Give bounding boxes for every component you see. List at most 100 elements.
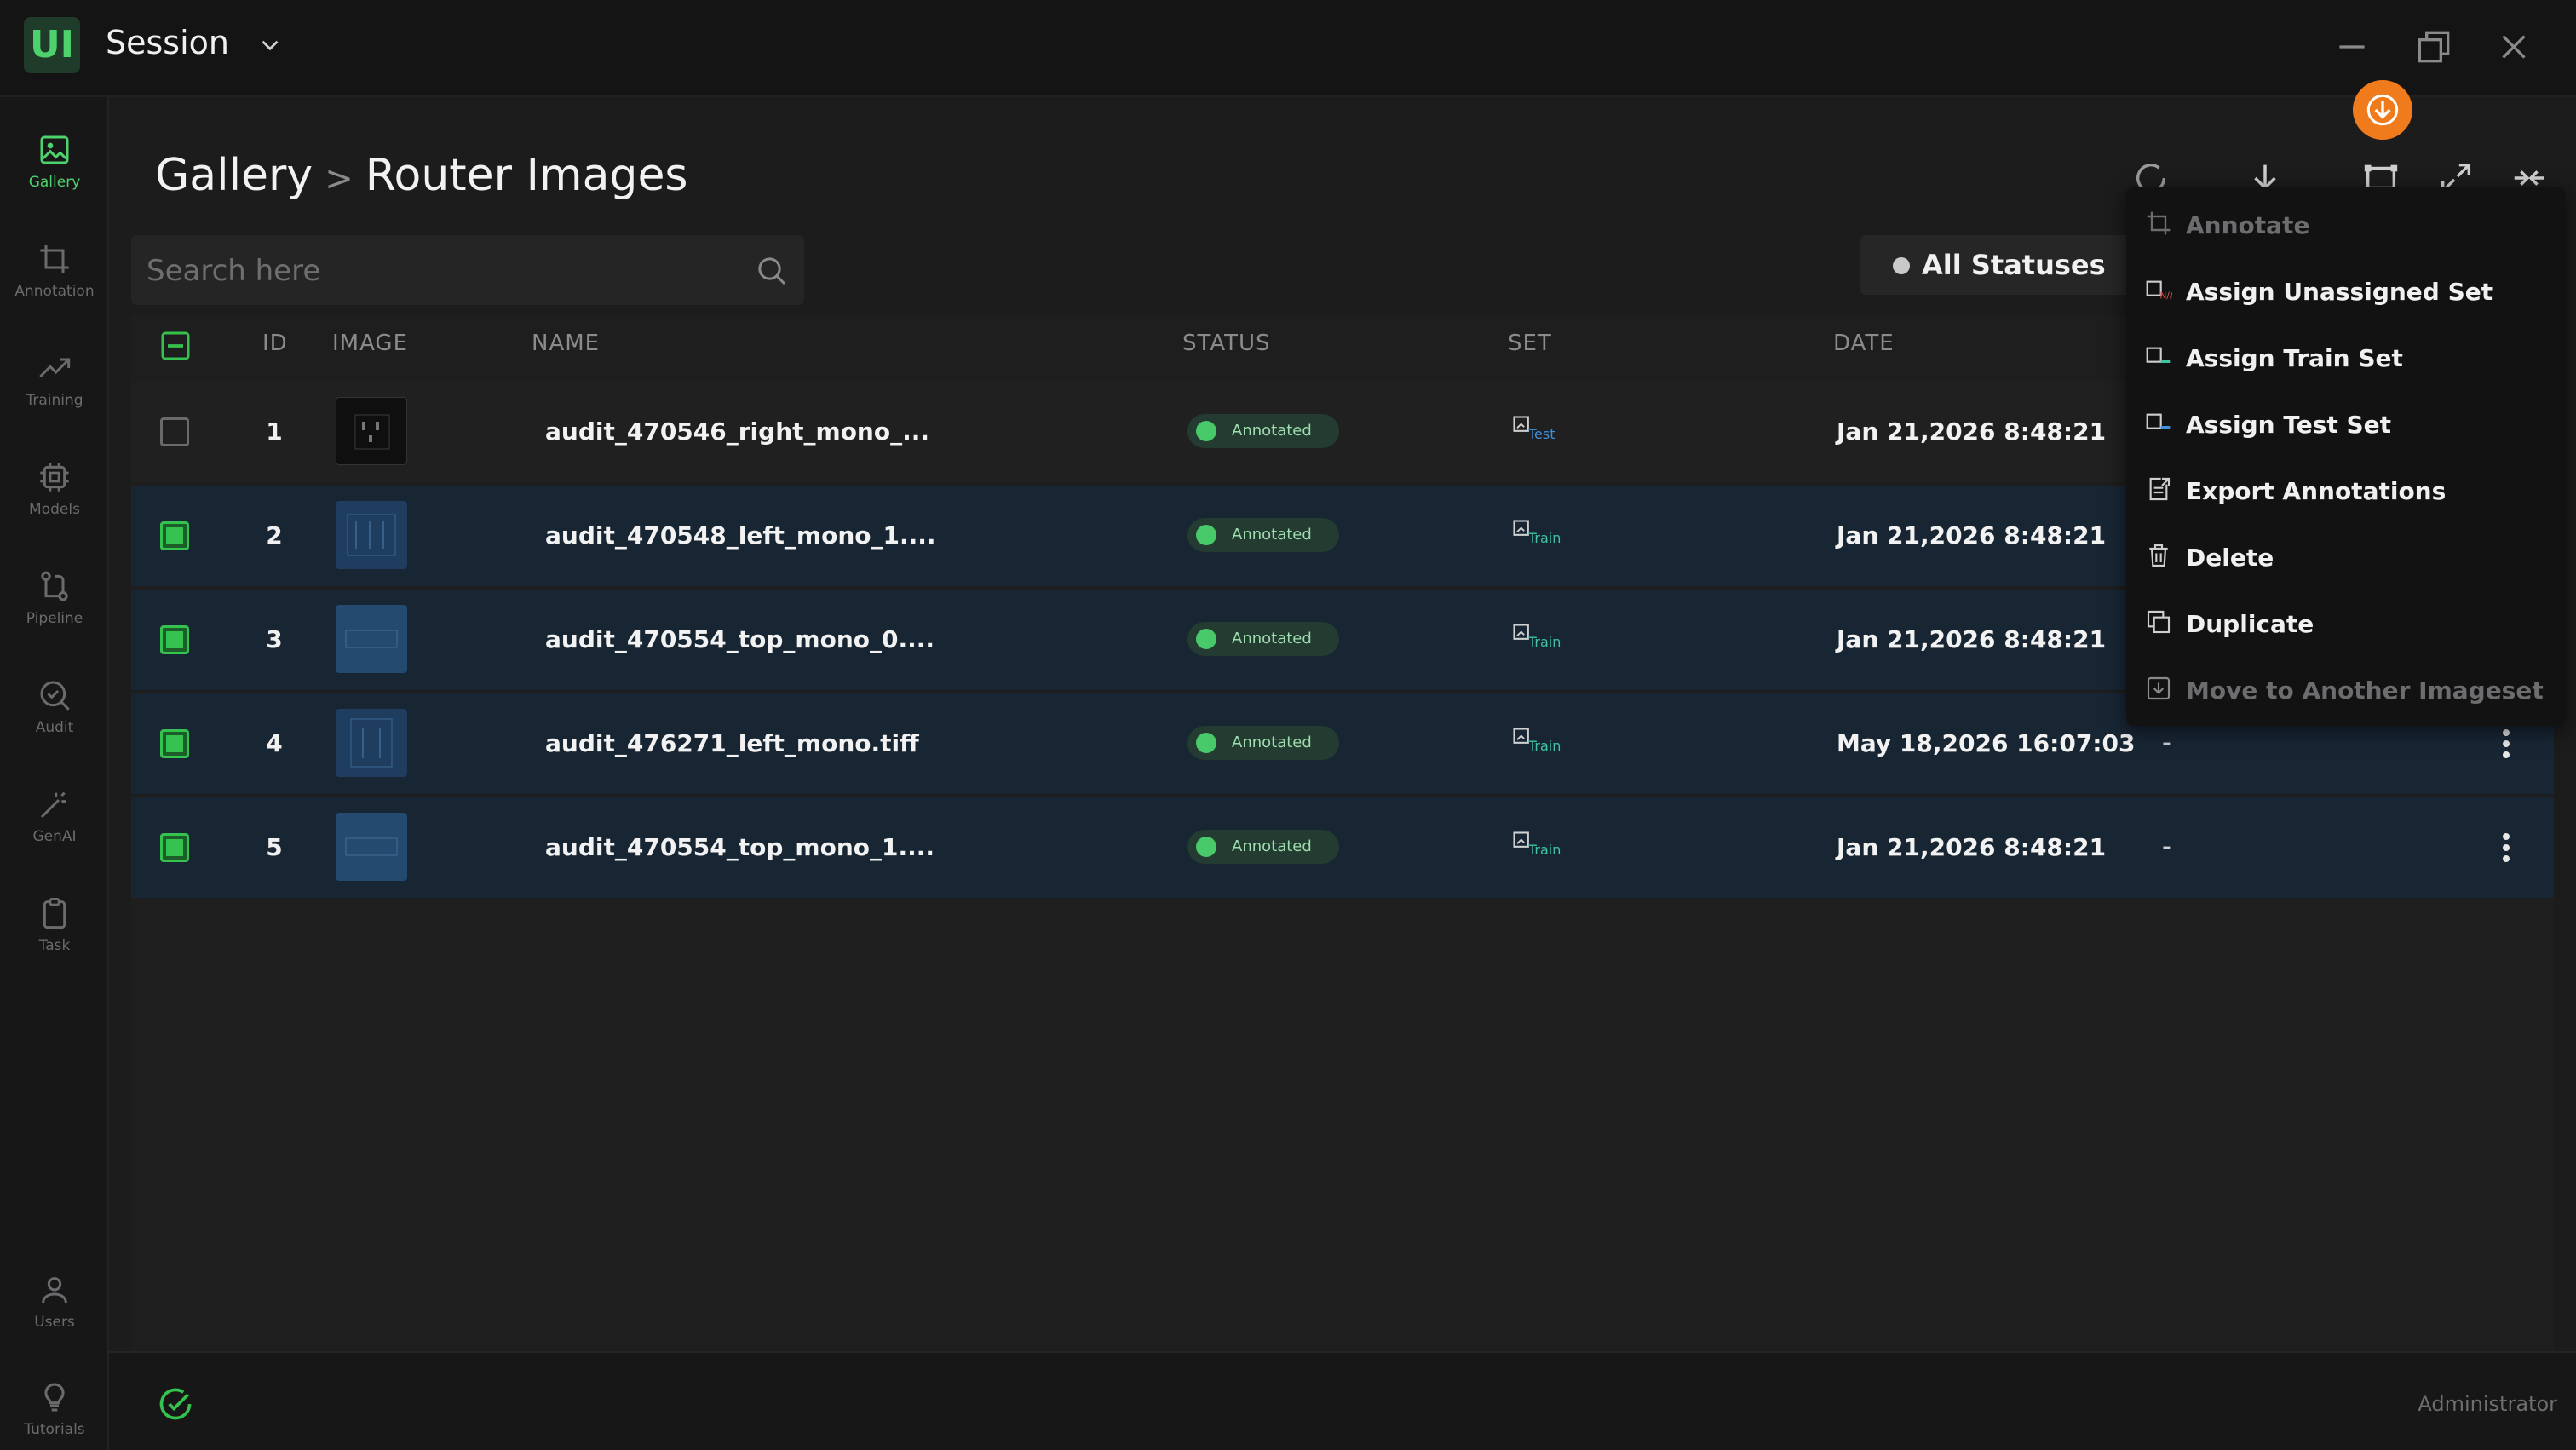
row-name[interactable]: audit_470554_top_mono_1.... [545, 833, 934, 861]
status-text: Annotated [1232, 837, 1312, 855]
image-thumbnail[interactable] [336, 501, 407, 569]
menu-item-assign-test-set[interactable]: Assign Test Set [2126, 392, 2566, 457]
sidebar-item-audit[interactable]: Audit [0, 668, 109, 762]
menu-item-assign-train-set[interactable]: Assign Train Set [2126, 325, 2566, 390]
chip-icon [40, 463, 69, 492]
header-status[interactable]: STATUS [1182, 331, 1271, 356]
set-label: Train [1528, 842, 1561, 858]
wand-icon [40, 791, 66, 819]
header-set[interactable]: SET [1508, 331, 1552, 356]
menu-item-label: Duplicate [2186, 610, 2314, 638]
image-thumbnail[interactable] [336, 709, 407, 777]
row-more-menu-icon[interactable] [2498, 726, 2515, 763]
sidebar-item-label: Models [29, 501, 80, 518]
set-label: Test [1528, 426, 1555, 442]
row-checkbox[interactable] [160, 833, 189, 862]
breadcrumb-separator: > [325, 159, 354, 199]
breadcrumb-root[interactable]: Gallery [155, 150, 313, 201]
chevron-down-icon[interactable] [256, 31, 285, 60]
sidebar-item-label: Gallery [28, 174, 81, 191]
row-checkbox[interactable] [160, 417, 189, 446]
sidebar-item-label: Pipeline [26, 610, 83, 627]
header-name[interactable]: NAME [532, 331, 600, 356]
row-name[interactable]: audit_470554_top_mono_0.... [545, 625, 934, 653]
header-id[interactable]: ID [262, 331, 288, 356]
menu-item-annotate[interactable]: Annotate [2126, 193, 2566, 257]
row-name[interactable]: audit_470548_left_mono_1.... [545, 521, 936, 550]
search-input[interactable]: Search here [131, 235, 804, 305]
image-thumbnail[interactable] [336, 397, 407, 465]
menu-item-assign-unassigned-set[interactable]: N/A Assign Unassigned Set [2126, 259, 2566, 324]
audit-icon [40, 681, 70, 711]
set-indicator: Train [1511, 830, 1562, 864]
close-icon[interactable] [2493, 26, 2535, 68]
header-date[interactable]: DATE [1833, 331, 1895, 356]
status-badge: Annotated [1187, 518, 1339, 552]
set-indicator: Train [1511, 622, 1562, 656]
sidebar-item-training[interactable]: Training [0, 341, 109, 434]
sidebar-item-pipeline[interactable]: Pipeline [0, 559, 109, 653]
status-dot [1196, 525, 1216, 545]
sidebar-item-genai[interactable]: GenAI [0, 777, 109, 871]
menu-item-export-annotations[interactable]: Export Annotations [2126, 458, 2566, 523]
row-name[interactable]: audit_470546_right_mono_... [545, 417, 929, 446]
sidebar-item-task[interactable]: Task [0, 886, 109, 980]
status-dot [1196, 837, 1216, 857]
row-checkbox[interactable] [160, 625, 189, 654]
crop-icon [2147, 211, 2171, 235]
restore-icon[interactable] [2412, 26, 2455, 68]
set-indicator: Train [1511, 726, 1562, 760]
status-text: Annotated [1232, 526, 1312, 544]
sidebar-item-gallery[interactable]: Gallery [0, 123, 109, 216]
sidebar-item-annotation[interactable]: Annotation [0, 232, 109, 325]
row-name[interactable]: audit_476271_left_mono.tiff [545, 729, 919, 757]
set-test-icon [2146, 413, 2171, 429]
trash-icon [2149, 544, 2168, 567]
app-logo: UI [24, 17, 80, 73]
user-role-label: Administrator [2418, 1392, 2557, 1416]
image-thumbnail[interactable] [336, 813, 407, 881]
sidebar-item-label: Audit [35, 719, 74, 736]
export-icon [2149, 477, 2171, 501]
sidebar-item-users[interactable]: Users [0, 1263, 109, 1356]
menu-item-move-to-another-imageset[interactable]: Move to Another Imageset [2126, 658, 2566, 722]
menu-item-label: Annotate [2186, 211, 2310, 239]
menu-item-label: Assign Train Set [2186, 344, 2403, 372]
table-row[interactable]: 5 audit_470554_top_mono_1.... Annotated … [131, 797, 2554, 898]
duplicate-icon [2147, 610, 2171, 634]
menu-item-duplicate[interactable]: Duplicate [2126, 591, 2566, 656]
select-all-checkbox[interactable] [160, 331, 191, 361]
image-thumbnail[interactable] [336, 605, 407, 673]
menu-item-label: Assign Unassigned Set [2186, 278, 2493, 306]
menu-item-label: Move to Another Imageset [2186, 676, 2544, 705]
row-id: 5 [266, 833, 283, 861]
session-title[interactable]: Session [106, 24, 229, 61]
row-checkbox[interactable] [160, 521, 189, 550]
check-circle-icon[interactable] [157, 1385, 194, 1423]
bulk-actions-menu: Annotate N/A Assign Unassigned Set Assig… [2126, 187, 2566, 726]
minimize-icon[interactable] [2331, 26, 2373, 68]
sidebar-item-label: Training [26, 392, 83, 409]
status-filter-dropdown[interactable]: All Statuses [1860, 235, 2133, 295]
search-icon[interactable] [755, 254, 789, 288]
sidebar-item-models[interactable]: Models [0, 450, 109, 544]
set-label: Train [1528, 530, 1561, 546]
header-image[interactable]: IMAGE [332, 331, 408, 356]
download-fab-button[interactable] [2353, 80, 2412, 140]
title-bar: UI Session [0, 0, 2576, 97]
sidebar-item-label: Tutorials [24, 1421, 85, 1438]
status-text: Annotated [1232, 422, 1312, 440]
sidebar-item-label: Annotation [14, 283, 95, 300]
status-text: Annotated [1232, 734, 1312, 751]
row-checkbox[interactable] [160, 729, 189, 758]
sidebar-item-tutorials[interactable]: Tutorials [0, 1370, 109, 1450]
set-indicator: Test [1511, 414, 1562, 448]
row-id: 3 [266, 625, 283, 653]
status-badge: Annotated [1187, 622, 1339, 656]
set-indicator: Train [1511, 518, 1562, 552]
row-more-menu-icon[interactable] [2498, 830, 2515, 867]
sidebar-item-label: Users [34, 1314, 75, 1331]
status-dot [1196, 733, 1216, 753]
status-bar: Administrator [109, 1351, 2576, 1450]
menu-item-delete[interactable]: Delete [2126, 525, 2566, 590]
